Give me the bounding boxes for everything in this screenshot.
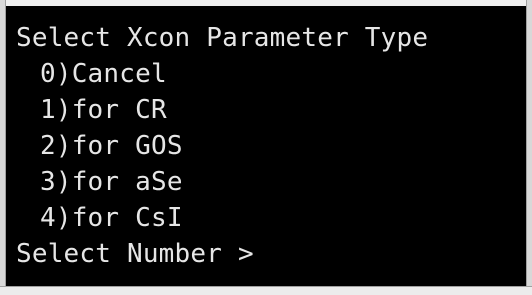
menu-option-cr: 1)for CR: [40, 95, 167, 125]
window-frame-bottom: [0, 286, 532, 295]
menu-option-gos: 2)for GOS: [40, 131, 183, 161]
window-frame-right: [526, 0, 532, 295]
console-output[interactable]: Select Xcon Parameter Type 0)Cancel 1)fo…: [6, 6, 526, 286]
menu-option-ase: 3)for aSe: [40, 167, 183, 197]
menu-option-csi: 4)for CsI: [40, 203, 183, 233]
number-prompt[interactable]: Select Number >: [16, 236, 254, 272]
menu-option-cancel: 0)Cancel: [40, 59, 167, 89]
console-window: Select Xcon Parameter Type 0)Cancel 1)fo…: [0, 0, 532, 295]
menu-heading: Select Xcon Parameter Type: [16, 23, 429, 53]
